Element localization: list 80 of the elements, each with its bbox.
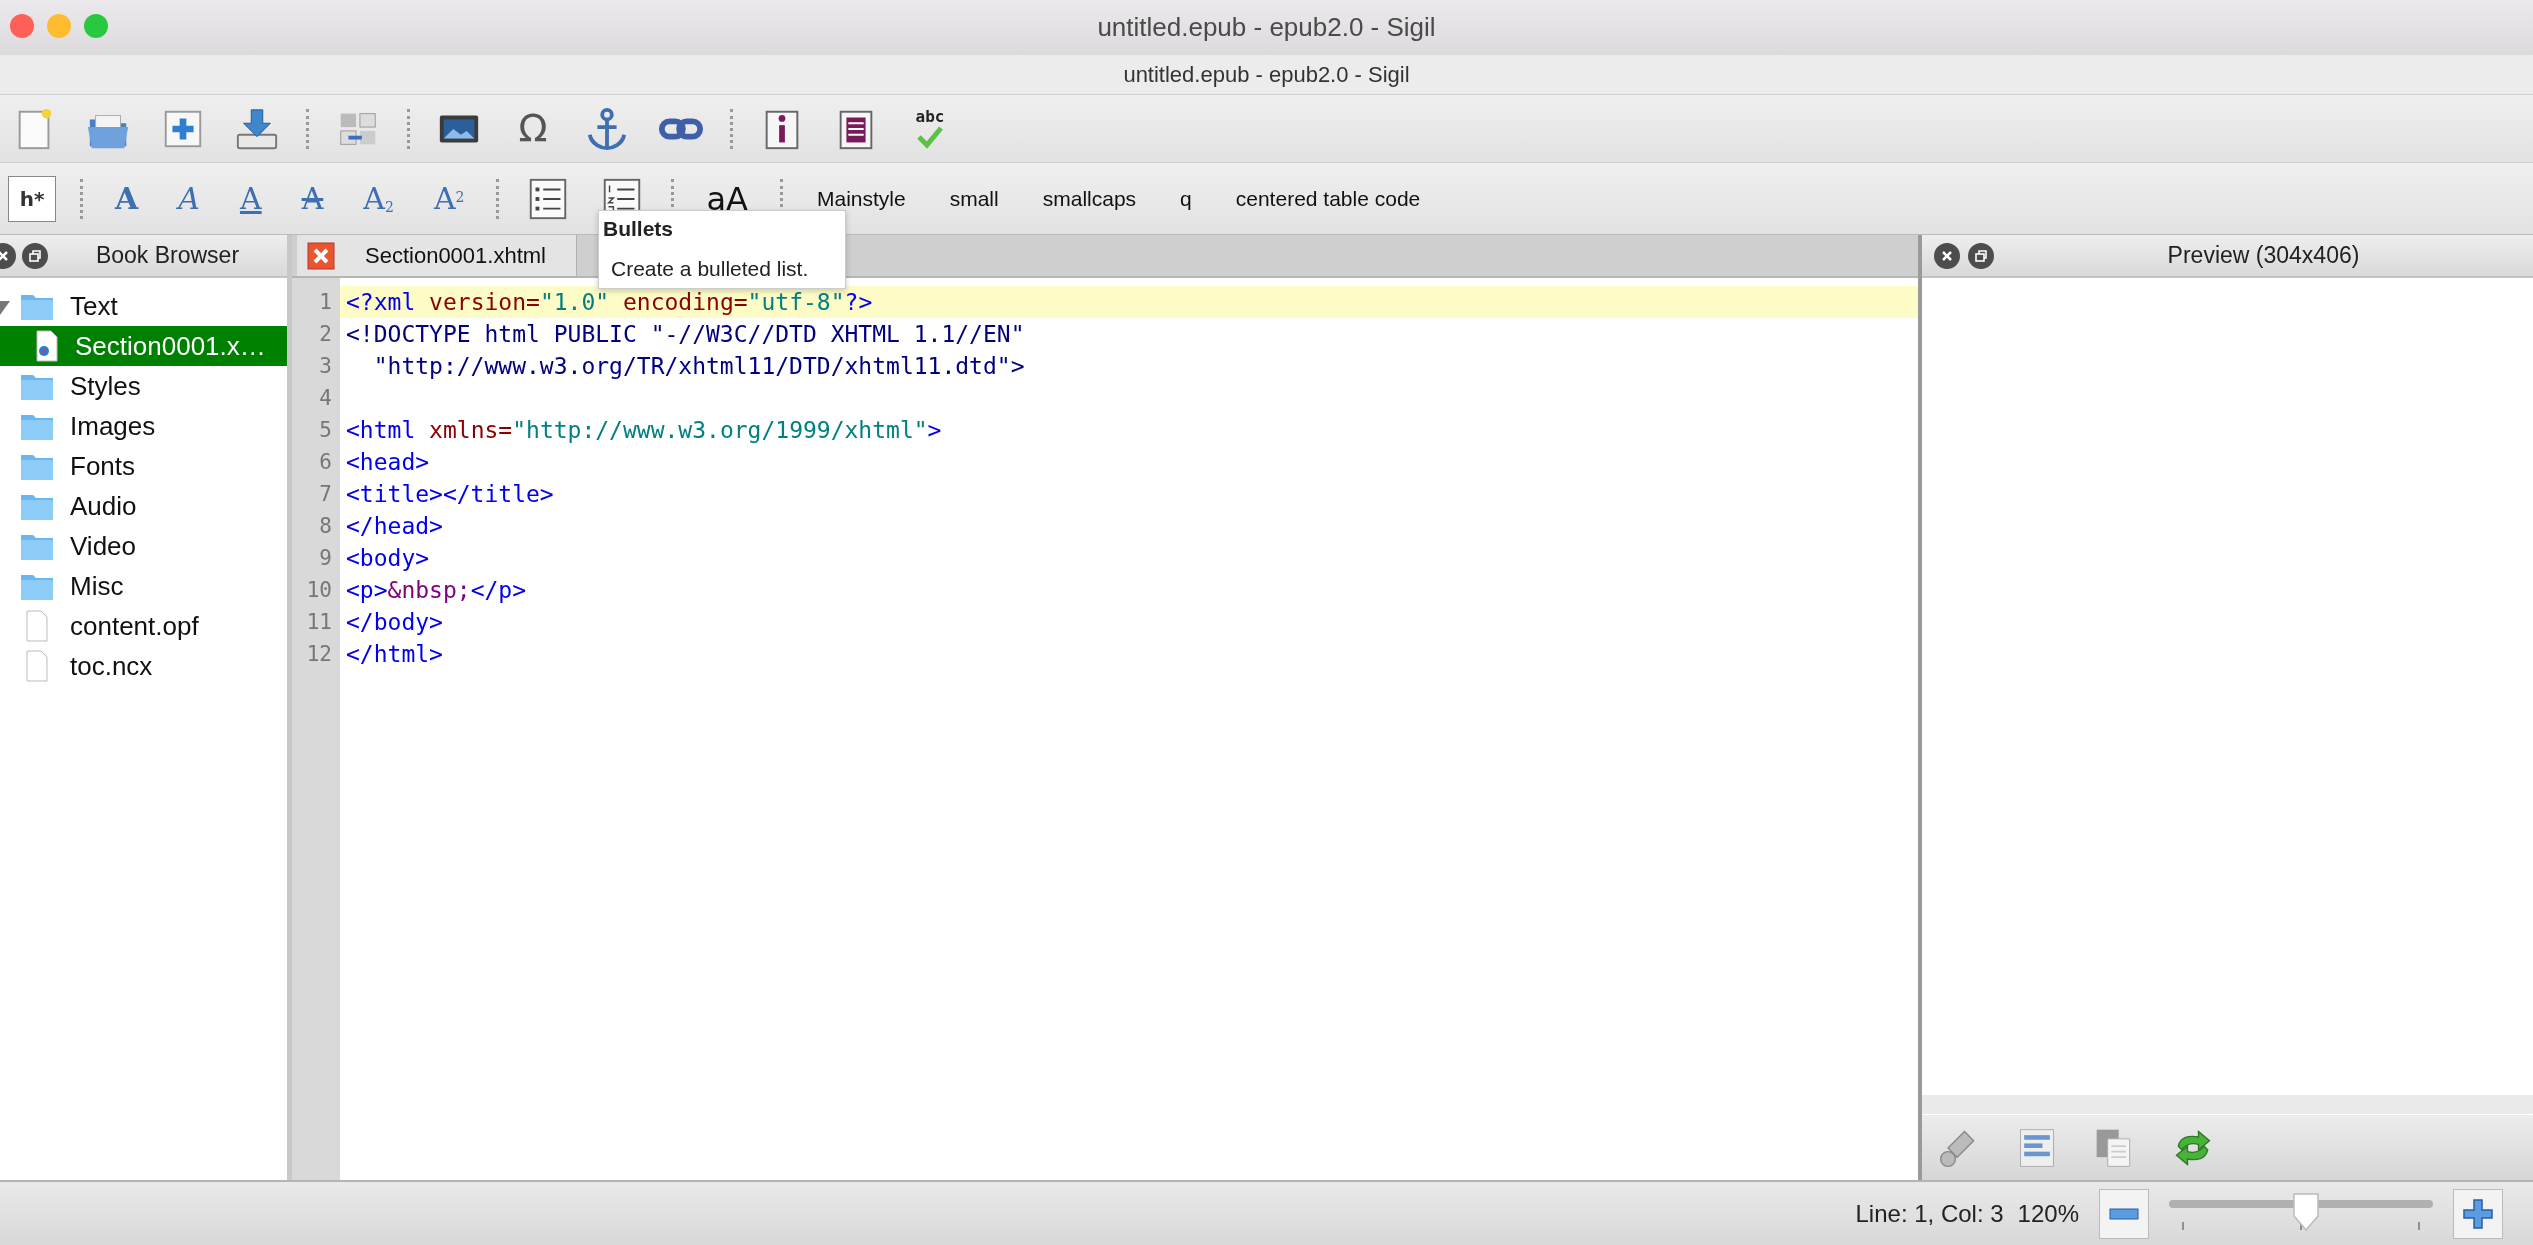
tooltip-title: Bullets [603, 216, 674, 242]
line-number: 6 [318, 449, 333, 476]
style-button[interactable]: centered table code [1225, 182, 1431, 215]
tree-item-label: Styles [70, 369, 141, 403]
tree-item-label: Fonts [70, 449, 136, 483]
code-line: </body> [345, 608, 444, 637]
special-character-button[interactable]: Ω [508, 103, 558, 154]
tree-item[interactable]: Video [0, 526, 287, 566]
expand-arrow-icon [0, 300, 10, 315]
code-line: <head> [345, 448, 431, 477]
file-icon [25, 650, 49, 682]
style-button[interactable]: Mainstyle [807, 182, 916, 215]
tree-item[interactable]: Audio [0, 486, 287, 526]
editor-tab[interactable]: Section0001.xhtml [297, 235, 577, 276]
plus-icon [2462, 1197, 2494, 1230]
file-icon [25, 610, 49, 642]
tree-item-label: Text [70, 289, 118, 323]
pane-title: Preview (304x406) [2166, 241, 2361, 271]
line-number: 4 [318, 385, 333, 412]
line-number: 12 [305, 641, 333, 668]
tree-item-label: Misc [70, 569, 124, 603]
tree-item[interactable]: Text [0, 286, 287, 326]
code-line: <p>&nbsp;</p> [345, 576, 528, 605]
tree-item[interactable]: toc.ncx [0, 646, 287, 686]
line-number: 8 [318, 513, 333, 540]
float-pane-button[interactable] [1968, 242, 1994, 269]
line-number: 5 [318, 417, 333, 444]
code-line: <body> [345, 544, 431, 573]
tree-item[interactable]: Fonts [0, 446, 287, 486]
tree-item-label: Video [70, 529, 137, 563]
line-number: 7 [318, 481, 333, 508]
line-number: 2 [318, 321, 333, 348]
underline-button[interactable]: A [231, 183, 270, 214]
code-line: <title></title> [345, 480, 555, 509]
spellcheck-button[interactable]: abc [905, 103, 955, 154]
line-number: 1 [318, 289, 333, 316]
zoom-in-button[interactable] [2453, 1188, 2503, 1239]
strikethrough-button[interactable]: A [293, 183, 332, 214]
check-icon [915, 124, 945, 149]
code-line: </head> [345, 512, 444, 541]
close-pane-button[interactable] [1934, 242, 1960, 269]
zoom-level: 120% [2017, 1198, 2079, 1229]
tree-item-label: Images [70, 409, 156, 443]
tree-item[interactable]: Images [0, 406, 287, 446]
italic-button[interactable]: A [170, 183, 208, 214]
tree-item[interactable]: Styles [0, 366, 287, 406]
code-line: "http://www.w3.org/TR/xhtml11/DTD/xhtml11.dtd"> [372, 352, 1026, 381]
text-case-button[interactable]: aA [698, 174, 756, 223]
style-button[interactable]: small [939, 182, 1009, 215]
line-number: 3 [318, 353, 333, 380]
float-pane-button[interactable] [22, 242, 48, 269]
style-button[interactable]: q [1170, 182, 1202, 215]
code-line: </html> [345, 640, 444, 669]
tree-item[interactable]: content.opf [0, 606, 287, 646]
tree-item-label: Section0001.x… [75, 329, 266, 363]
subscript-button[interactable]: A$_{2}$ [355, 183, 402, 214]
window-title: untitled.epub - epub2.0 - Sigil [1097, 11, 1436, 44]
minus-icon [2109, 1207, 2139, 1220]
close-tab-icon [307, 241, 335, 270]
tree-item-label: content.opf [70, 609, 199, 643]
superscript-button[interactable]: A$^{2}$ [425, 183, 473, 214]
tooltip-text: Create a bulleted list. [610, 255, 810, 282]
style-button[interactable]: smallcaps [1032, 182, 1147, 215]
pane-title: Book Browser [94, 241, 241, 271]
cursor-position: Line: 1, Col: 3 [1855, 1198, 2004, 1229]
window-subtitle: untitled.epub - epub2.0 - Sigil [1123, 61, 1410, 89]
code-line: <!DOCTYPE html PUBLIC "-//W3C//DTD XHTML 1.1//EN" [345, 320, 1026, 349]
line-number: 11 [305, 609, 333, 636]
tree-item-label: toc.ncx [70, 649, 153, 683]
tree-item-label: Audio [70, 489, 137, 523]
heading-button[interactable]: h* [8, 175, 56, 222]
zoom-out-button[interactable] [2099, 1188, 2149, 1239]
line-number: 10 [305, 577, 333, 604]
tree-item[interactable]: Misc [0, 566, 287, 606]
html-file-icon [35, 330, 59, 362]
close-window-button[interactable] [10, 14, 34, 38]
bold-button[interactable]: A [107, 183, 147, 214]
line-number: 9 [318, 545, 333, 572]
tree-item[interactable]: Section0001.x… [0, 326, 287, 366]
code-line: <html xmlns="http://www.w3.org/1999/xhtml"> [345, 416, 943, 445]
